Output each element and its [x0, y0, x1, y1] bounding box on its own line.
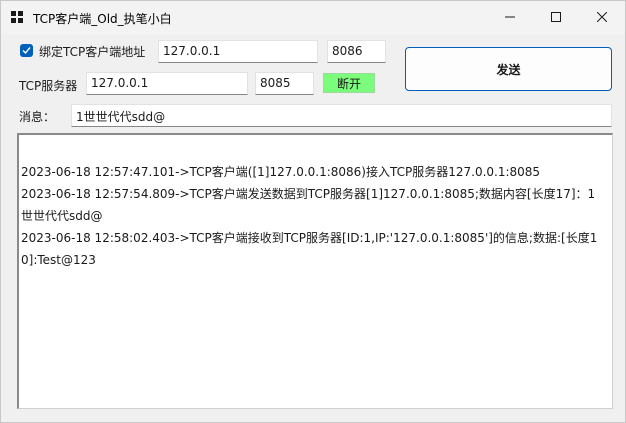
log-line: 2023-06-18 12:57:54.809->TCP客户端发送数据到TCP服… [21, 187, 596, 223]
bind-client-checkbox[interactable] [20, 44, 33, 57]
bind-client-label[interactable]: 绑定TCP客户端地址 [39, 43, 145, 60]
server-ip-field[interactable]: 127.0.0.1 [86, 72, 248, 95]
client-port-field[interactable]: 8086 [327, 40, 386, 63]
disconnect-button[interactable]: 断开 [323, 73, 375, 93]
maximize-icon [551, 11, 561, 25]
close-button[interactable] [579, 1, 625, 35]
log-line: 2023-06-18 12:57:47.101->TCP客户端([1]127.0… [21, 165, 541, 179]
message-label: 消息： [19, 110, 56, 124]
app-window: TCP客户端_Old_执笔小白 绑定TCP客户端地址 127.0.0.1 808… [0, 0, 626, 423]
app-grid-icon [11, 11, 23, 23]
minimize-icon [505, 11, 515, 25]
log-line: 2023-06-18 12:58:02.403->TCP客户端接收到TCP服务器… [21, 231, 598, 267]
title-bar[interactable]: TCP客户端_Old_执笔小白 [1, 1, 625, 35]
server-label: TCP服务器 [19, 79, 78, 93]
server-port-field[interactable]: 8085 [255, 72, 314, 95]
send-button[interactable]: 发送 [405, 47, 612, 91]
checkmark-icon [22, 44, 31, 58]
minimize-button[interactable] [487, 1, 533, 35]
client-ip-field[interactable]: 127.0.0.1 [158, 40, 318, 63]
close-icon [596, 11, 608, 25]
log-output[interactable]: 2023-06-18 12:57:47.101->TCP客户端([1]127.0… [17, 133, 613, 409]
window-title: TCP客户端_Old_执笔小白 [33, 12, 172, 26]
message-input[interactable]: 1世世代代sdd@ [71, 104, 612, 127]
maximize-button[interactable] [533, 1, 579, 35]
